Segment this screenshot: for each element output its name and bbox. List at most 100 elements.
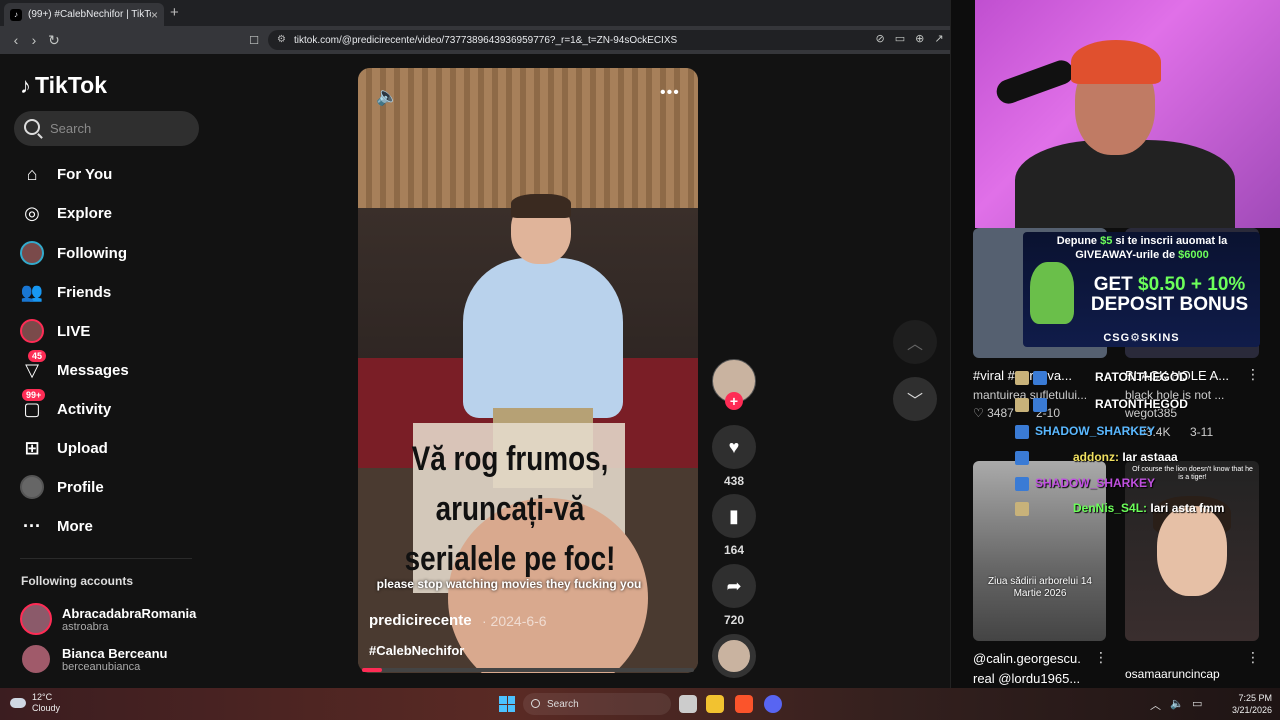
video-date: · 2024-6-6 bbox=[482, 613, 547, 629]
grid-date: 3-11 bbox=[1190, 425, 1214, 439]
weather-temp: 12°C bbox=[32, 692, 53, 702]
search-icon bbox=[24, 119, 40, 135]
sidebar-item-label: Upload bbox=[57, 439, 108, 457]
like-count: 438 bbox=[723, 474, 745, 488]
reload-icon[interactable]: ↻ bbox=[44, 30, 64, 50]
account-name: Bianca Berceanu bbox=[62, 645, 168, 661]
search-input[interactable]: Search bbox=[14, 111, 199, 146]
promo-text: Depune bbox=[1056, 235, 1101, 247]
sidebar-item-more[interactable]: ··· More bbox=[18, 509, 208, 543]
discord-icon[interactable] bbox=[764, 695, 782, 713]
chat-user: RATONTHEGOD bbox=[1095, 370, 1188, 384]
likes-count: 3487 bbox=[987, 406, 1014, 420]
bookmark-icon: ▮ bbox=[729, 505, 739, 526]
music-disc[interactable] bbox=[712, 634, 756, 678]
following-account[interactable]: AbracadabraRomania astroabra bbox=[20, 603, 196, 635]
upload-icon: ⊞ bbox=[24, 437, 40, 458]
follow-button[interactable]: + bbox=[725, 392, 743, 410]
logo-text: TikTok bbox=[35, 72, 107, 98]
save-button[interactable]: ▮ bbox=[712, 494, 756, 538]
speaker-icon[interactable]: 🔈 bbox=[1170, 697, 1184, 710]
like-button[interactable]: ♥ bbox=[712, 425, 756, 469]
network-icon[interactable]: ▭ bbox=[1192, 697, 1202, 710]
new-tab-button[interactable]: + bbox=[170, 4, 179, 21]
weather-condition: Cloudy bbox=[32, 703, 61, 713]
chat-user: addonz: bbox=[1073, 450, 1119, 464]
weather-widget[interactable]: 12°C Cloudy bbox=[10, 692, 60, 714]
taskbar-search[interactable]: Search bbox=[523, 693, 671, 715]
sidebar-item-label: For You bbox=[57, 165, 113, 183]
video-more-icon[interactable]: ••• bbox=[660, 84, 680, 102]
grid-more-icon[interactable]: ⋮ bbox=[1094, 649, 1108, 666]
cloud-icon bbox=[10, 698, 26, 708]
browser-tab[interactable]: ♪ (99+) #CalebNechifor | TikTok × bbox=[4, 3, 164, 26]
tiktok-note-icon: ♪ bbox=[20, 72, 31, 98]
start-button[interactable] bbox=[499, 696, 515, 712]
tiktok-logo[interactable]: ♪ TikTok bbox=[20, 72, 107, 99]
chat-message: DenNis_S4L: Iari asta fmm bbox=[1015, 501, 1225, 516]
promo-amount: $6000 bbox=[1178, 249, 1209, 261]
task-view-icon[interactable] bbox=[679, 695, 697, 713]
video-progress-bar[interactable] bbox=[362, 668, 694, 672]
taskbar-clock[interactable]: 7:25 PM 3/21/2026 bbox=[1222, 692, 1272, 716]
zoom-icon[interactable]: ⊕ bbox=[915, 32, 924, 45]
promo-bonus: GET $0.50 + 10% DEPOSIT BONUS bbox=[1082, 275, 1257, 315]
sidebar-item-following[interactable]: Following bbox=[18, 236, 208, 270]
chevron-down-icon: ﹀ bbox=[906, 393, 923, 410]
messages-icon: ▽ 45 bbox=[18, 350, 47, 384]
next-video-button[interactable]: ﹀ bbox=[893, 377, 937, 421]
promo-bonus-text: GET bbox=[1093, 274, 1139, 295]
live-avatar-icon bbox=[18, 317, 46, 345]
previous-video-button[interactable]: ︿ bbox=[893, 320, 937, 364]
brave-browser-icon[interactable] bbox=[735, 695, 753, 713]
grid-title[interactable]: @calin.georgescu. bbox=[973, 651, 1081, 666]
account-name: AbracadabraRomania bbox=[62, 605, 197, 621]
grid-more-icon[interactable]: ⋮ bbox=[1246, 366, 1260, 383]
sidebar-item-profile[interactable]: Profile bbox=[18, 470, 208, 504]
grid-likes: ♡ 3487 bbox=[973, 406, 1014, 420]
chat-message: SHADOW_SHARKEY bbox=[1015, 476, 1155, 491]
grid-title[interactable]: osamaaruncincap bbox=[1125, 667, 1220, 681]
sidebar-item-label: Friends bbox=[57, 283, 112, 301]
cast-icon[interactable]: ▭ bbox=[895, 32, 905, 45]
share-icon[interactable]: ↗ bbox=[934, 32, 943, 45]
forward-icon[interactable]: › bbox=[24, 30, 44, 50]
friends-icon: 👥 bbox=[20, 281, 44, 302]
chat-text: Iari asta fmm bbox=[1150, 501, 1225, 515]
messages-badge: 45 bbox=[28, 350, 47, 362]
chat-message: RATONTHEGOD bbox=[1015, 397, 1188, 412]
tiktok-favicon-icon: ♪ bbox=[10, 8, 22, 21]
sidebar-item-for-you[interactable]: ⌂ For You bbox=[18, 157, 208, 191]
home-icon: ⌂ bbox=[26, 163, 38, 184]
sidebar-item-friends[interactable]: 👥 Friends bbox=[18, 275, 208, 309]
following-account[interactable]: Bianca Berceanu berceanubianca bbox=[20, 643, 168, 675]
volume-icon[interactable]: 🔈 bbox=[376, 86, 398, 107]
site-info-icon[interactable]: ⚙ bbox=[277, 34, 286, 45]
video-author[interactable]: predicirecente bbox=[369, 612, 472, 629]
sidebar-item-activity[interactable]: ▢ 99+ Activity bbox=[18, 389, 208, 426]
back-icon[interactable]: ‹ bbox=[6, 30, 26, 50]
sidebar-item-label: Activity bbox=[57, 400, 112, 418]
share-button[interactable]: ➦ bbox=[712, 564, 756, 608]
search-placeholder: Search bbox=[50, 121, 92, 136]
file-explorer-icon[interactable] bbox=[706, 695, 724, 713]
chat-user: DenNis_S4L: bbox=[1073, 501, 1148, 515]
sidebar-item-live[interactable]: LIVE bbox=[18, 314, 208, 348]
address-bar[interactable]: ⚙ tiktok.com/@predicirecente/video/73773… bbox=[268, 30, 968, 50]
sidebar-item-label: Following bbox=[57, 244, 127, 262]
sidebar-item-messages[interactable]: ▽ 45 Messages bbox=[18, 350, 208, 387]
tab-close-icon[interactable]: × bbox=[151, 8, 158, 22]
video-hashtag[interactable]: #CalebNechifor bbox=[369, 643, 464, 658]
webcam-feed bbox=[975, 0, 1280, 228]
more-icon: ··· bbox=[23, 515, 41, 536]
bookmark-icon[interactable]: ☐ bbox=[244, 30, 264, 50]
chat-user: SHADOW_SHARKEY bbox=[1035, 424, 1156, 438]
tray-chevron-icon[interactable]: ︿ bbox=[1150, 697, 1161, 713]
no-tracking-icon[interactable]: ⊘ bbox=[875, 32, 884, 45]
url-text: tiktok.com/@predicirecente/video/7377389… bbox=[294, 34, 678, 46]
promo-mascot bbox=[1030, 262, 1074, 324]
grid-more-icon[interactable]: ⋮ bbox=[1246, 649, 1260, 666]
sidebar-item-explore[interactable]: ◎ Explore bbox=[18, 196, 208, 230]
sidebar-item-upload[interactable]: ⊞ Upload bbox=[18, 431, 208, 465]
sidebar-item-label: LIVE bbox=[57, 322, 91, 340]
